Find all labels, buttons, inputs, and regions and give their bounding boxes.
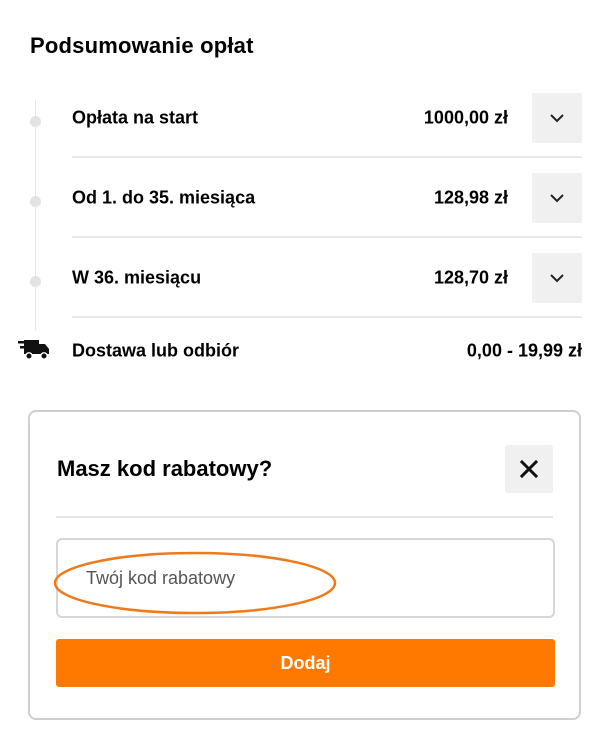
expand-button[interactable] — [532, 253, 582, 303]
chevron-down-icon — [550, 114, 564, 123]
fee-label: Od 1. do 35. miesiąca — [72, 187, 256, 208]
add-code-button[interactable]: Dodaj — [56, 639, 555, 687]
fee-row-month-36: W 36. miesiącu 128,70 zł — [72, 238, 582, 318]
timeline-dot — [30, 196, 41, 207]
summary-title: Podsumowanie opłat — [30, 33, 254, 58]
timeline-dot — [30, 276, 41, 287]
delivery-label: Dostawa lub odbiór — [72, 340, 240, 361]
delivery-row: Dostawa lub odbiór 0,00 - 19,99 zł — [18, 334, 588, 368]
timeline-line — [35, 100, 36, 330]
chevron-down-icon — [550, 274, 564, 283]
expand-button[interactable] — [532, 173, 582, 223]
promo-code-input[interactable] — [56, 538, 555, 618]
truck-icon — [18, 340, 49, 360]
fee-row-months-1-35: Od 1. do 35. miesiąca 128,98 zł — [72, 158, 582, 238]
promo-divider — [56, 516, 553, 518]
delivery-amount: 0,00 - 19,99 zł — [466, 340, 582, 361]
fee-label: Opłata na start — [72, 107, 199, 128]
fee-label: W 36. miesiącu — [72, 267, 202, 288]
timeline-dot — [30, 116, 41, 127]
promo-title: Masz kod rabatowy? — [57, 456, 273, 481]
fee-amount: 1000,00 zł — [423, 107, 508, 128]
close-button[interactable] — [505, 445, 553, 493]
close-icon — [520, 460, 538, 478]
fee-row-start: Opłata na start 1000,00 zł — [72, 78, 582, 158]
promo-code-card: Masz kod rabatowy? Dodaj — [28, 410, 581, 720]
chevron-down-icon — [550, 194, 564, 203]
row-divider — [72, 316, 582, 318]
fee-amount: 128,70 zł — [433, 267, 508, 288]
fee-amount: 128,98 zł — [433, 187, 508, 208]
expand-button[interactable] — [532, 93, 582, 143]
